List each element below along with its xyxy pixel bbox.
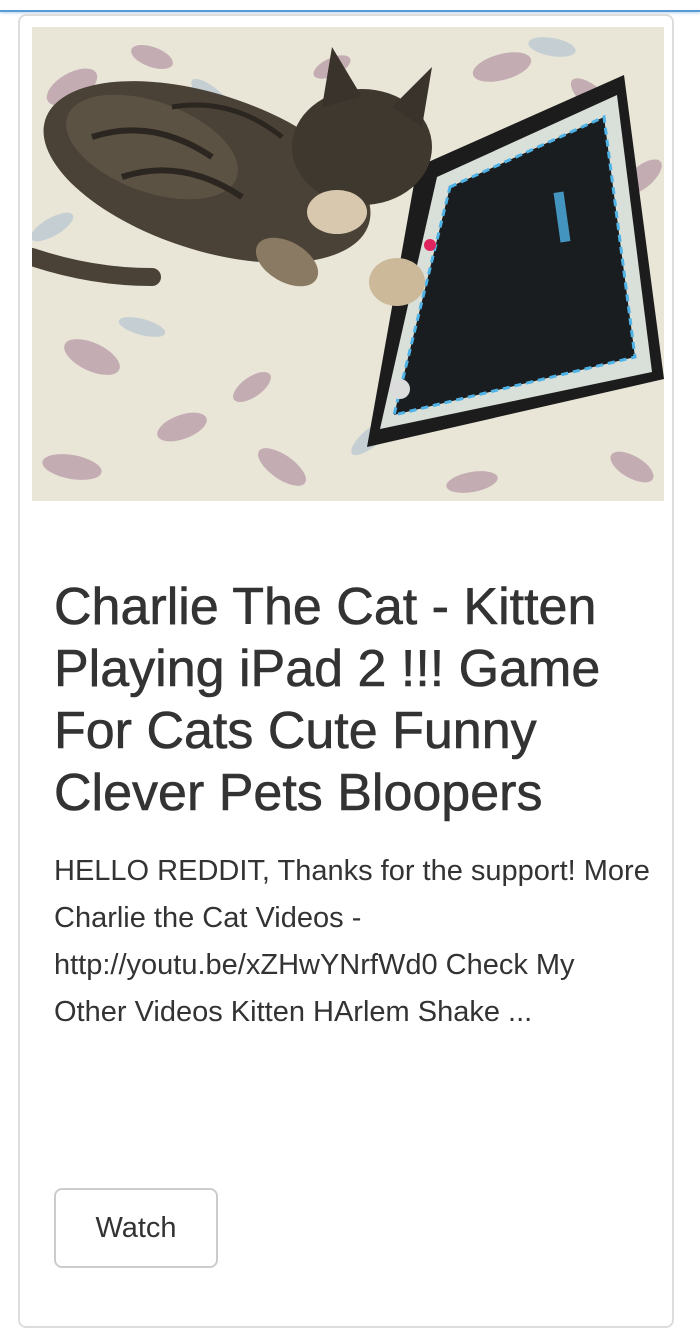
card-caption: Charlie The Cat - Kitten Playing iPad 2 …: [54, 576, 654, 1036]
video-description: HELLO REDDIT, Thanks for the support! Mo…: [54, 855, 650, 1028]
watch-button[interactable]: Watch: [54, 1188, 218, 1268]
video-card: Charlie The Cat - Kitten Playing iPad 2 …: [18, 14, 674, 1328]
video-title: Charlie The Cat - Kitten Playing iPad 2 …: [54, 578, 601, 823]
video-thumbnail[interactable]: [32, 27, 664, 501]
top-border: [0, 0, 700, 12]
